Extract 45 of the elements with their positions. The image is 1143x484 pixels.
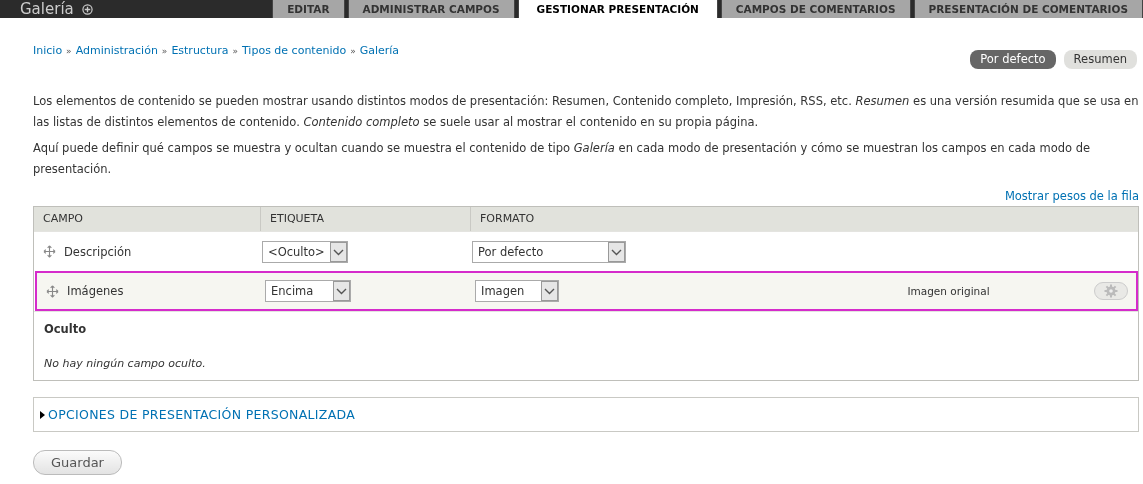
row-weights-link[interactable]: Mostrar pesos de la fila — [1004, 189, 1139, 203]
panel-toggle[interactable]: OPCIONES DE PRESENTACIÓN PERSONALIZADA — [40, 407, 356, 422]
description-paragraph: Aquí puede definir qué campos se muestra y ocultan cuando se muestra el contenido de tipo Galería en cada modo de presentación y cómo se muestran los campos en cada modo de presentación. — [33, 140, 1092, 178]
save-button[interactable]: Guardar — [33, 450, 122, 475]
breadcrumb-link[interactable]: Tipos de contenido — [242, 44, 347, 57]
view-mode-tab[interactable]: Resumen — [1063, 50, 1137, 69]
column-header: FORMATO — [470, 207, 1138, 231]
region-title: Oculto — [44, 322, 88, 336]
tab[interactable]: EDITAR — [272, 0, 345, 18]
tab[interactable]: GESTIONAR PRESENTACIÓN — [517, 0, 718, 18]
caret-icon — [40, 410, 45, 419]
separator-icon: » — [350, 45, 356, 56]
separator-icon: » — [161, 45, 168, 56]
gear-icon — [1104, 284, 1118, 298]
column-header: CAMPO — [42, 211, 84, 227]
tab[interactable]: CAMPOS DE COMENTARIOS — [720, 0, 911, 18]
breadcrumb-link[interactable]: Galería — [359, 44, 400, 57]
field-name: Descripción — [64, 244, 132, 259]
select-field[interactable]: Imagen — [475, 280, 559, 302]
chevron-down-icon — [330, 241, 347, 262]
site-title: Galería — [20, 0, 74, 18]
breadcrumb-link[interactable]: Estructura — [171, 44, 229, 57]
separator-icon: » — [66, 45, 72, 56]
select-field[interactable]: Encima — [265, 280, 351, 302]
chevron-down-icon — [541, 281, 558, 301]
chevron-down-icon — [608, 241, 625, 262]
chevron-down-icon — [333, 281, 350, 301]
breadcrumb-link[interactable]: Inicio — [33, 44, 63, 57]
field-name: Imágenes — [67, 284, 124, 298]
table-row[interactable]: Imágenes Encima Imagen Imagen original — [35, 271, 1138, 311]
format-summary: Imagen original — [907, 285, 990, 297]
description-paragraph: Los elementos de contenido se pueden mostrar usando distintos modos de presentación: Resumen, Contenido completo, Impresión, RSS, etc. Resumen es una versión resumida que se usa en las listas de distintos elementos de contenido. Contenido completo se suele usar al mostrar el contenido en su propia página. — [33, 93, 1139, 131]
separator-icon: » — [232, 45, 238, 56]
column-header: ETIQUETA — [260, 207, 470, 231]
breadcrumb-link[interactable]: Administración — [75, 44, 158, 57]
select-field[interactable]: Por defecto — [472, 240, 626, 263]
view-mode-tab[interactable]: Por defecto — [970, 50, 1056, 69]
add-icon[interactable] — [81, 4, 93, 15]
tab[interactable]: PRESENTACIÓN DE COMENTARIOS — [913, 0, 1143, 18]
tab[interactable]: ADMINISTRAR CAMPOS — [347, 0, 515, 18]
empty-message: No hay ningún campo oculto. — [44, 357, 206, 370]
select-field[interactable]: <Oculto> — [262, 240, 348, 263]
drag-handle-icon[interactable] — [46, 284, 59, 298]
settings-button[interactable] — [1094, 282, 1128, 300]
drag-handle-icon[interactable] — [43, 245, 56, 258]
